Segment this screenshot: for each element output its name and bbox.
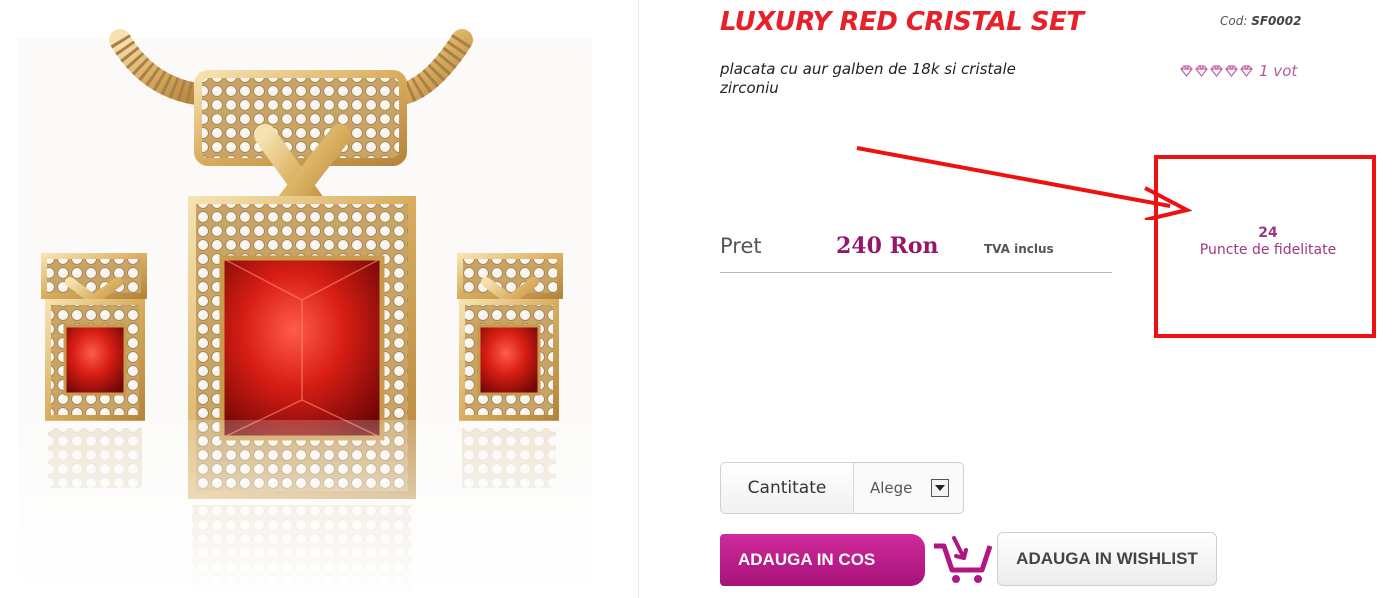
loyalty-points-label: Puncte de fidelitate <box>1199 242 1337 258</box>
product-subtitle: placata cu aur galben de 18k si cristale… <box>720 60 1016 97</box>
rating-count: 1 vot <box>1259 62 1298 80</box>
dropdown-arrow-icon[interactable] <box>931 479 949 497</box>
quantity-selector: Cantitate Alege <box>720 462 964 514</box>
diamond-icon[interactable] <box>1225 65 1238 77</box>
diamond-icon[interactable] <box>1210 65 1223 77</box>
annotation-arrow <box>856 146 1193 220</box>
quantity-select[interactable]: Alege <box>854 463 963 513</box>
add-to-wishlist-button[interactable]: ADAUGA IN WISHLIST <box>997 532 1217 586</box>
product-title: LUXURY RED CRISTAL SET <box>720 7 1084 37</box>
price-row: Pret 240 Ron TVA inclus <box>720 230 1112 273</box>
loyalty-points-value: 24 <box>1258 225 1278 241</box>
quantity-selected-value: Alege <box>870 479 913 497</box>
product-image[interactable] <box>0 0 638 598</box>
quantity-label: Cantitate <box>721 463 854 513</box>
loyalty-points: 24 Puncte de fidelitate <box>1196 225 1340 259</box>
diamond-icon[interactable] <box>1195 65 1208 77</box>
cart-icon[interactable] <box>930 534 994 586</box>
rating-diamonds[interactable] <box>1180 65 1253 77</box>
price-label: Pret <box>720 234 762 258</box>
vat-label: TVA inclus <box>984 242 1054 256</box>
diamond-icon[interactable] <box>1180 65 1193 77</box>
product-code-label: Cod: <box>1220 14 1248 28</box>
price-value: 240 Ron <box>836 233 939 259</box>
product-code: Cod: SF0002 <box>1220 14 1301 28</box>
product-rating[interactable]: 1 vot <box>1180 62 1297 80</box>
product-code-value: SF0002 <box>1251 14 1302 28</box>
column-divider <box>638 0 639 598</box>
product-photo <box>18 29 592 598</box>
diamond-icon[interactable] <box>1240 65 1253 77</box>
add-to-cart-button[interactable]: ADAUGA IN COS <box>720 534 925 586</box>
